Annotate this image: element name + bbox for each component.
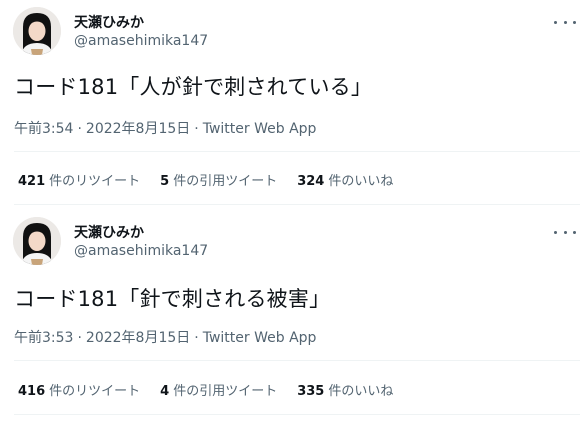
likes-stat[interactable]: 335 件のいいね	[297, 380, 393, 399]
retweets-label: 件のリツイート	[49, 384, 141, 399]
meta-separator: ·	[194, 330, 199, 346]
author-handle[interactable]: @amasehimika147	[74, 33, 208, 49]
more-icon[interactable]	[554, 14, 576, 30]
tweet-meta: 午前3:53 · 2022年8月15日 · Twitter Web App	[14, 327, 316, 347]
tweet-time[interactable]: 午前3:53	[14, 330, 73, 346]
avatar-photo-icon	[13, 7, 61, 55]
quotes-label: 件の引用ツイート	[173, 174, 278, 189]
likes-count: 335	[297, 384, 325, 399]
likes-label: 件のいいね	[328, 384, 394, 399]
tweet-date[interactable]: 2022年8月15日	[86, 121, 190, 137]
tweet-source[interactable]: Twitter Web App	[203, 121, 317, 137]
more-icon[interactable]	[554, 224, 576, 240]
quotes-stat[interactable]: 5 件の引用ツイート	[160, 170, 277, 189]
divider	[14, 360, 580, 361]
likes-label: 件のいいね	[328, 174, 394, 189]
tweet-source[interactable]: Twitter Web App	[203, 330, 317, 346]
tweet-time[interactable]: 午前3:54	[14, 121, 73, 137]
divider	[14, 414, 580, 415]
retweets-stat[interactable]: 416 件のリツイート	[18, 380, 140, 399]
likes-count: 324	[297, 174, 325, 189]
tweet-meta: 午前3:54 · 2022年8月15日 · Twitter Web App	[14, 118, 316, 138]
quotes-count: 4	[160, 384, 170, 399]
quotes-count: 5	[160, 174, 170, 189]
tweet-text: コード181「針で刺される被害」	[14, 287, 331, 311]
avatar-photo-icon	[13, 217, 61, 265]
quotes-label: 件の引用ツイート	[173, 384, 278, 399]
avatar[interactable]	[13, 7, 61, 55]
meta-separator: ·	[194, 121, 199, 137]
retweets-stat[interactable]: 421 件のリツイート	[18, 170, 140, 189]
tweet-date[interactable]: 2022年8月15日	[86, 330, 190, 346]
author-name[interactable]: 天瀬ひみか	[74, 12, 144, 32]
avatar[interactable]	[13, 217, 61, 265]
retweets-count: 421	[18, 174, 46, 189]
meta-separator: ·	[77, 330, 82, 346]
tweet-text: コード181「人が針で刺されている」	[14, 75, 373, 99]
divider	[14, 151, 580, 152]
retweets-label: 件のリツイート	[49, 174, 141, 189]
author-handle[interactable]: @amasehimika147	[74, 243, 208, 259]
meta-separator: ·	[77, 121, 82, 137]
tweet-stats: 416 件のリツイート 4 件の引用ツイート 335 件のいいね	[18, 380, 393, 399]
quotes-stat[interactable]: 4 件の引用ツイート	[160, 380, 277, 399]
retweets-count: 416	[18, 384, 46, 399]
divider	[14, 204, 580, 205]
author-name[interactable]: 天瀬ひみか	[74, 222, 144, 242]
likes-stat[interactable]: 324 件のいいね	[297, 170, 393, 189]
tweet-stats: 421 件のリツイート 5 件の引用ツイート 324 件のいいね	[18, 170, 393, 189]
